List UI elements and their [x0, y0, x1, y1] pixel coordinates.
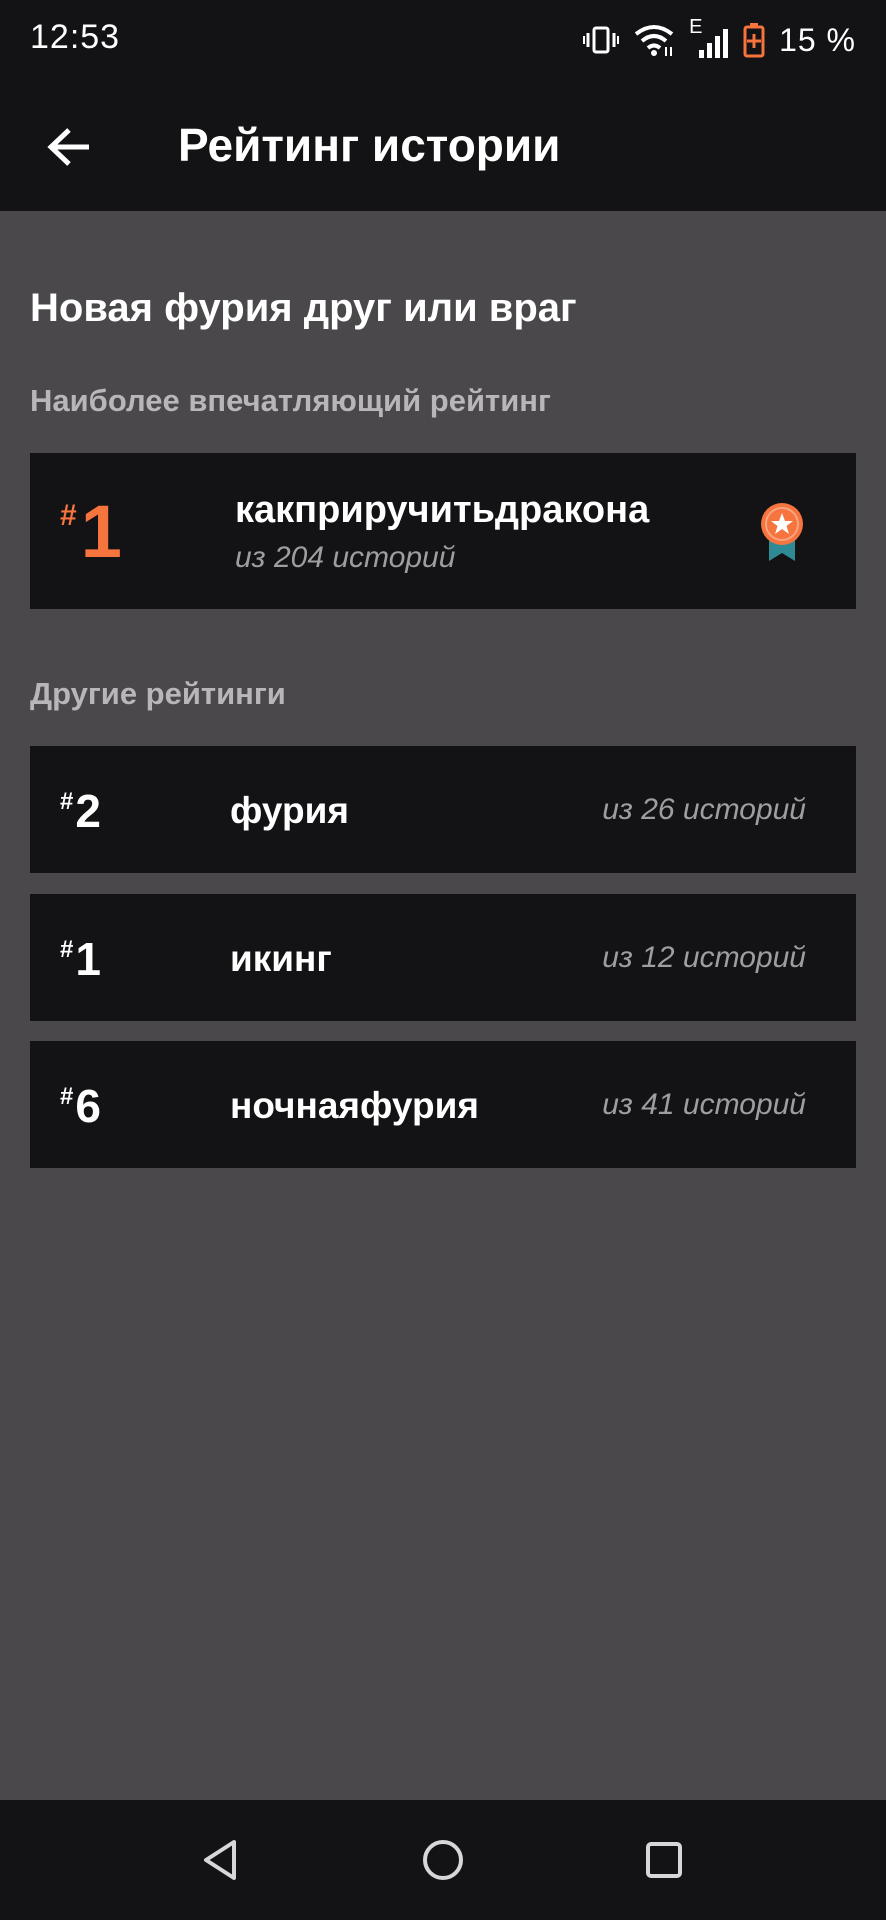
nav-back-button[interactable]	[190, 1830, 250, 1890]
wifi-icon	[634, 25, 674, 56]
ranking-tag: икинг	[230, 938, 332, 979]
vibrate-icon	[583, 26, 620, 54]
ranking-count: из 12 историй	[602, 941, 806, 974]
ranking-count: из 26 историй	[602, 793, 806, 826]
rank-number: # 6	[60, 1083, 101, 1129]
rank-hash: #	[60, 936, 74, 963]
ranking-row[interactable]: # 2 фурия из 26 историй	[30, 746, 856, 873]
battery-percent: 15 %	[779, 21, 856, 58]
ranking-tag: ночнаяфурия	[230, 1085, 479, 1126]
nav-recents-button[interactable]	[634, 1830, 694, 1890]
rank-hash: #	[60, 788, 74, 815]
rank-hash: #	[60, 1083, 74, 1110]
square-recents-icon	[646, 1842, 682, 1878]
back-button[interactable]	[34, 112, 104, 182]
ranking-tag: фурия	[230, 790, 349, 831]
ranking-row[interactable]: # 1 икинг из 12 историй	[30, 894, 856, 1021]
status-icons: E 15 %	[583, 16, 856, 64]
nav-home-button[interactable]	[413, 1830, 473, 1890]
rank-value: 1	[80, 490, 122, 573]
circle-home-icon	[423, 1840, 463, 1880]
app-bar: Рейтинг истории	[0, 80, 886, 211]
top-ranking-count: из 204 историй	[235, 541, 456, 574]
status-time: 12:53	[30, 18, 121, 56]
top-ranking-card[interactable]: # 1 какприручитьдракона из 204 историй	[30, 453, 856, 609]
system-navigation-bar	[0, 1800, 886, 1920]
rank-hash: #	[60, 499, 77, 532]
story-title: Новая фурия друг или враг	[30, 286, 577, 330]
cellular-signal: E	[689, 16, 729, 60]
battery-low-icon	[743, 23, 765, 58]
signal-icon	[699, 29, 729, 58]
status-bar: 12:53 E 15 %	[0, 0, 886, 80]
top-ranking-section-label: Наиболее впечатляющий рейтинг	[30, 383, 551, 418]
triangle-back-icon	[204, 1840, 236, 1880]
rank-number: # 2	[60, 788, 101, 834]
ranking-count: из 41 историй	[602, 1088, 806, 1121]
page-title: Рейтинг истории	[178, 119, 561, 171]
arrow-left-icon	[47, 128, 89, 166]
other-rankings-section-label: Другие рейтинги	[30, 676, 286, 711]
rank-value: 6	[75, 1080, 101, 1132]
medal-star-icon	[761, 503, 803, 561]
rank-number: # 1	[60, 936, 101, 982]
ranking-row[interactable]: # 6 ночнаяфурия из 41 историй	[30, 1041, 856, 1168]
top-rank-number: # 1	[60, 495, 122, 569]
top-bar: 12:53 E 15 % Рейтинг истории	[0, 0, 886, 211]
rank-value: 2	[75, 785, 101, 837]
rank-value: 1	[75, 933, 101, 985]
top-ranking-tag: какприручитьдракона	[235, 489, 650, 531]
